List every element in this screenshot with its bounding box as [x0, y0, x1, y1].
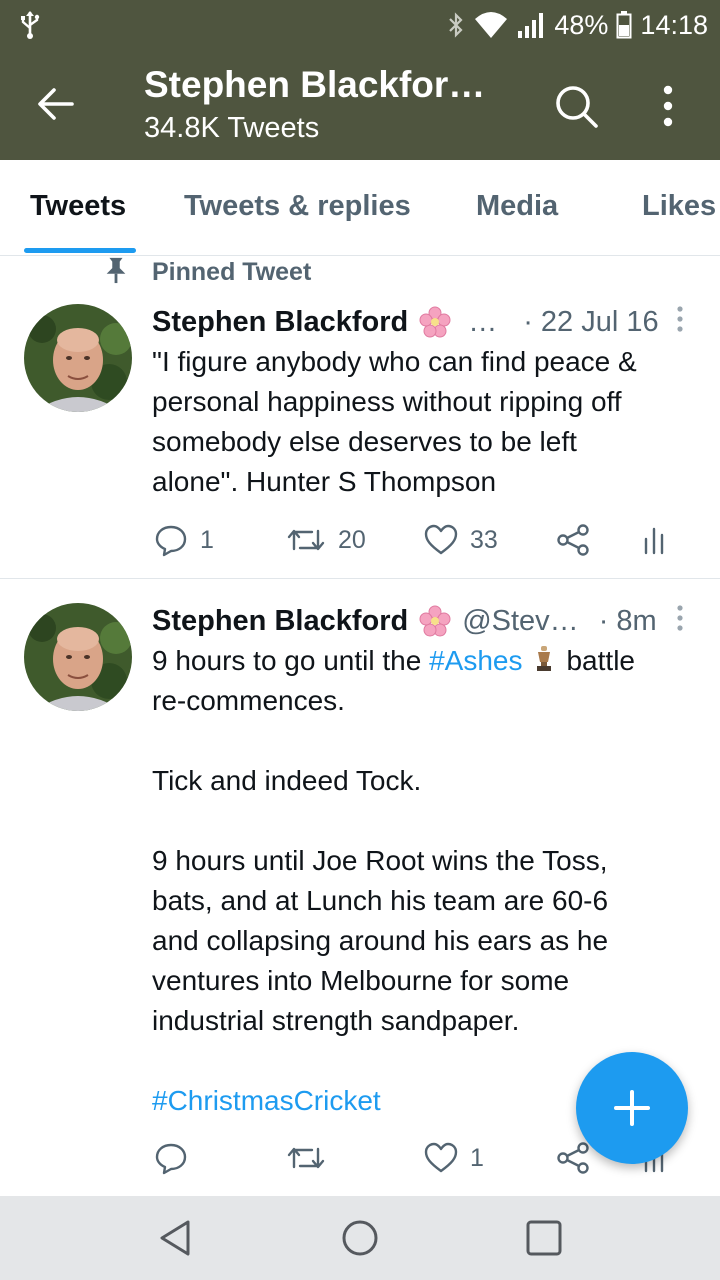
analytics-button[interactable] — [642, 520, 666, 560]
tweet-line: somebody else deserves to be left — [152, 426, 577, 457]
cherry-blossom-icon — [418, 305, 452, 339]
avatar[interactable] — [24, 603, 132, 711]
pin-icon — [106, 257, 126, 284]
tweet-text: "I figure anybody who can find peace & p… — [152, 342, 700, 502]
retweet-icon — [287, 1147, 325, 1169]
like-count: 33 — [470, 525, 498, 554]
profile-title: Stephen Blackfor… — [144, 64, 486, 105]
reply-button[interactable] — [154, 1138, 200, 1178]
tweet-line: ventures into Melbourne for some — [152, 965, 570, 996]
timestamp: · 22 Jul 16 — [523, 305, 659, 338]
handle: … — [468, 305, 498, 338]
retweet-icon — [287, 529, 325, 551]
pinned-tweet-label: Pinned Tweet — [152, 258, 312, 286]
usb-icon — [21, 11, 40, 39]
tweet-line: and collapsing around his ears as he — [152, 925, 609, 956]
share-icon — [557, 524, 589, 556]
search-icon[interactable] — [552, 82, 600, 130]
wifi-icon — [475, 12, 508, 38]
tweet-divider — [0, 578, 720, 579]
bluetooth-icon — [449, 12, 463, 38]
avatar-photo — [24, 304, 132, 412]
like-count: 1 — [470, 1143, 484, 1172]
tweet-line-text: battle — [566, 645, 635, 676]
tab-tweets-replies[interactable]: Tweets & replies — [184, 190, 411, 223]
tweet-line: 9 hours until Joe Root wins the Toss, — [152, 845, 608, 876]
tweet-header: Stephen Blackford @Stev… · 8m — [152, 603, 697, 639]
tweet-line: alone". Hunter S Thompson — [152, 466, 497, 497]
timestamp: · 8m — [598, 604, 657, 637]
tweet-line: personal happiness without ripping off — [152, 386, 622, 417]
battery-icon — [616, 11, 632, 39]
reply-icon — [155, 1143, 187, 1175]
back-arrow-icon[interactable] — [34, 82, 78, 126]
like-button[interactable]: 1 — [424, 1138, 484, 1178]
nav-back-icon[interactable] — [154, 1216, 198, 1260]
reply-button[interactable]: 1 — [154, 520, 214, 560]
clock: 14:18 — [640, 9, 708, 40]
signal-icon — [518, 13, 544, 38]
status-bar: 48% 14:18 — [0, 0, 720, 52]
reply-icon — [155, 525, 187, 557]
tweet-header: Stephen Blackford … · 22 Jul 16 — [152, 304, 697, 340]
hashtag-link[interactable]: #Ashes — [429, 645, 522, 676]
tweet-text: 9 hours to go until the #Ashes battle re-… — [152, 641, 700, 1121]
cherry-blossom-icon — [418, 604, 452, 638]
reply-count: 1 — [200, 525, 214, 554]
app-bar: Stephen Blackfor… 34.8K Tweets — [0, 52, 720, 160]
retweet-button[interactable]: 20 — [286, 520, 366, 560]
share-icon — [557, 1142, 589, 1174]
handle: @Stev… — [462, 604, 579, 637]
tweet-line: bats, and at Lunch his team are 60-6 — [152, 885, 609, 916]
tweet-count: 34.8K Tweets — [144, 112, 320, 144]
overflow-menu-icon[interactable] — [654, 82, 682, 130]
retweet-count: 20 — [338, 525, 366, 554]
tweet-options-icon[interactable] — [672, 305, 688, 335]
tweet-line: Tick and indeed Tock. — [152, 765, 422, 796]
compose-tweet-button[interactable] — [576, 1052, 688, 1164]
heart-icon — [424, 1142, 458, 1173]
analytics-icon — [644, 527, 664, 555]
tab-media[interactable]: Media — [476, 190, 558, 223]
retweet-button[interactable] — [286, 1138, 338, 1178]
tweet-line: re-commences. — [152, 685, 345, 716]
display-name[interactable]: Stephen Blackford — [152, 605, 408, 638]
tweet-line: 9 hours to go until the #Ashes battle — [152, 641, 700, 681]
tweet-actions: 1 20 33 — [0, 520, 720, 560]
system-nav-bar — [0, 1196, 720, 1280]
nav-home-icon[interactable] — [338, 1216, 382, 1260]
tweet-line: "I figure anybody who can find peace & — [152, 346, 637, 377]
tab-likes[interactable]: Likes — [642, 190, 716, 223]
tab-tweets[interactable]: Tweets — [30, 190, 126, 223]
share-button[interactable] — [556, 1138, 590, 1178]
tweet-line — [152, 801, 700, 841]
heart-icon — [424, 524, 458, 555]
like-button[interactable]: 33 — [424, 520, 498, 560]
nav-recents-icon[interactable] — [522, 1216, 566, 1260]
avatar-photo — [24, 603, 132, 711]
battery-percent: 48% — [554, 9, 609, 40]
profile-tabs: Tweets Tweets & replies Media Likes — [0, 160, 720, 256]
tweet-options-icon[interactable] — [672, 604, 688, 634]
active-tab-indicator — [24, 248, 136, 253]
share-button[interactable] — [556, 520, 590, 560]
tweet-line-text: 9 hours to go until the — [152, 645, 430, 676]
tweet-line — [152, 721, 700, 761]
avatar[interactable] — [24, 304, 132, 412]
display-name[interactable]: Stephen Blackford — [152, 306, 408, 339]
ashes-urn-icon — [522, 644, 566, 674]
plus-icon — [614, 1090, 650, 1126]
tweet-line: industrial strength sandpaper. — [152, 1005, 520, 1036]
